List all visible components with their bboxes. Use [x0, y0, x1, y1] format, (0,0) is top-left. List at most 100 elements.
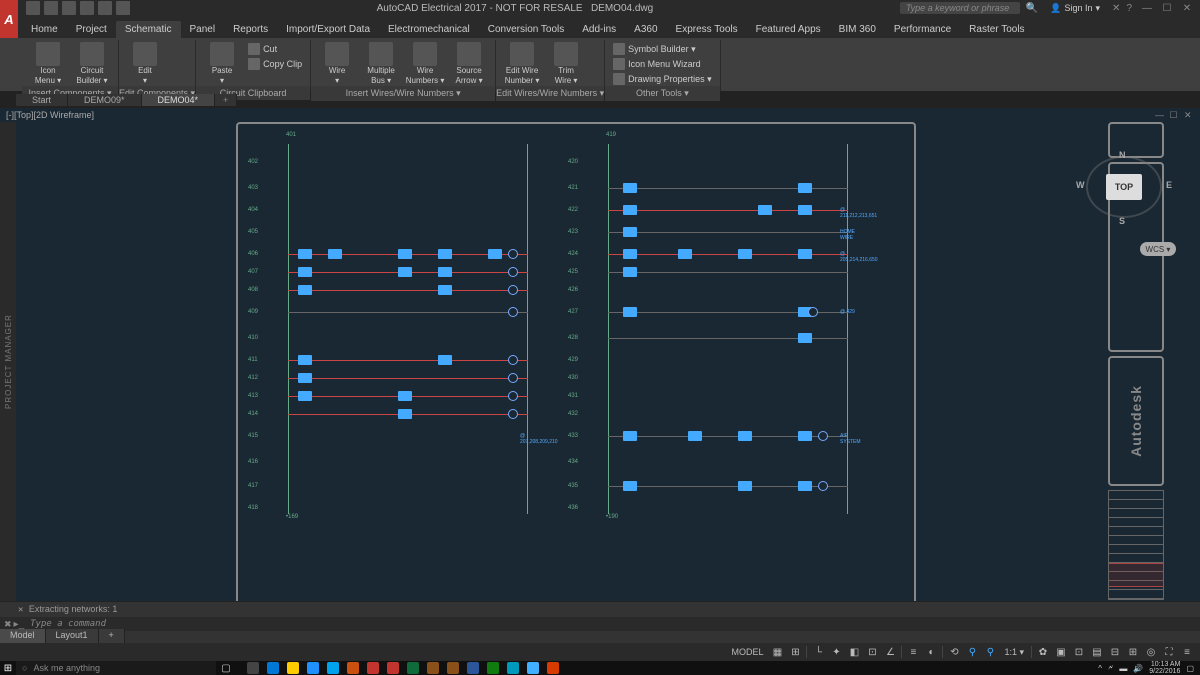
schematic-coil[interactable]	[808, 307, 818, 317]
autosnap-icon[interactable]: ∠	[883, 645, 897, 659]
cortana-search[interactable]: ○ Ask me anything	[16, 661, 216, 675]
viewcube-north[interactable]: N	[1119, 150, 1126, 160]
transparency-icon[interactable]: ◐	[924, 645, 938, 659]
viewcube-south[interactable]: S	[1119, 216, 1125, 226]
schematic-component[interactable]	[438, 249, 452, 259]
ribbon-button[interactable]: CircuitBuilder ▾	[72, 40, 112, 86]
wire-rung[interactable]	[288, 360, 528, 361]
ribbon-button[interactable]: IconMenu ▾	[28, 40, 68, 86]
ribbon-button[interactable]: SourceArrow ▾	[449, 40, 489, 86]
ribbon-button[interactable]: TrimWire ▾	[546, 40, 586, 86]
taskbar-app[interactable]	[544, 661, 562, 675]
schematic-component[interactable]	[798, 183, 812, 193]
vp-close-icon[interactable]: ✕	[1184, 110, 1194, 120]
taskbar-app[interactable]	[364, 661, 382, 675]
grid-icon[interactable]: ▦	[770, 645, 784, 659]
wire-rung[interactable]	[608, 254, 848, 255]
viewcube-east[interactable]: E	[1166, 180, 1172, 190]
viewcube-west[interactable]: W	[1076, 180, 1085, 190]
status-scale[interactable]: 1:1 ▾	[1001, 647, 1027, 658]
ribbon-button-small[interactable]: Copy Clip	[246, 57, 304, 71]
taskbar-app[interactable]	[284, 661, 302, 675]
tray-volume-icon[interactable]: 🔊	[1133, 664, 1143, 673]
schematic-component[interactable]	[623, 249, 637, 259]
snap-icon[interactable]: ⊞	[788, 645, 802, 659]
units-icon[interactable]: ⊡	[1072, 645, 1086, 659]
ribbon-button[interactable]: MultipleBus ▾	[361, 40, 401, 86]
taskbar-app[interactable]	[244, 661, 262, 675]
schematic-component[interactable]	[623, 481, 637, 491]
viewcube[interactable]: TOP N S E W	[1076, 152, 1176, 232]
taskbar-app[interactable]	[344, 661, 362, 675]
wire-rung[interactable]	[288, 378, 528, 379]
layout-tab[interactable]: Layout1	[46, 629, 99, 643]
ribbon-tab-electromechanical[interactable]: Electromechanical	[379, 21, 479, 38]
vp-minimize-icon[interactable]: —	[1155, 110, 1165, 120]
new-document-tab[interactable]: +	[215, 94, 237, 106]
viewcube-face[interactable]: TOP	[1106, 174, 1142, 200]
start-button[interactable]: ⊞	[0, 661, 16, 675]
workspace-icon[interactable]: ✿	[1036, 645, 1050, 659]
schematic-component[interactable]	[738, 481, 752, 491]
ribbon-button-small[interactable]: Drawing Properties ▾	[611, 72, 714, 86]
lineweight-icon[interactable]: ≡	[906, 645, 920, 659]
schematic-component[interactable]	[758, 205, 772, 215]
wire-rung[interactable]	[608, 436, 848, 437]
help-search-input[interactable]: Type a keyword or phrase	[900, 2, 1020, 14]
ribbon-tab-a360[interactable]: A360	[625, 21, 666, 38]
qat-save-icon[interactable]	[62, 1, 76, 15]
schematic-component[interactable]	[798, 481, 812, 491]
schematic-component[interactable]	[623, 307, 637, 317]
schematic-component[interactable]	[438, 355, 452, 365]
quickprops-icon[interactable]: ▤	[1090, 645, 1104, 659]
document-tab[interactable]: Start	[16, 94, 68, 106]
ribbon-button[interactable]: WireNumbers ▾	[405, 40, 445, 86]
schematic-coil[interactable]	[508, 285, 518, 295]
schematic-component[interactable]	[398, 409, 412, 419]
help-icon[interactable]: ?	[1126, 3, 1132, 14]
taskbar-app[interactable]	[504, 661, 522, 675]
schematic-coil[interactable]	[508, 391, 518, 401]
taskbar-app[interactable]	[524, 661, 542, 675]
ribbon-button[interactable]: Wire▾	[317, 40, 357, 86]
lock-icon[interactable]: ⊟	[1108, 645, 1122, 659]
qat-undo-icon[interactable]	[80, 1, 94, 15]
notifications-icon[interactable]: ▢	[1186, 664, 1194, 673]
hardware-icon[interactable]: ⊞	[1126, 645, 1140, 659]
ribbon-tab-express-tools[interactable]: Express Tools	[667, 21, 747, 38]
schematic-component[interactable]	[298, 373, 312, 383]
cleanscreen-icon[interactable]: ⛶	[1162, 645, 1176, 659]
ribbon-tab-raster-tools[interactable]: Raster Tools	[960, 21, 1033, 38]
schematic-coil[interactable]	[508, 307, 518, 317]
qat-new-icon[interactable]	[26, 1, 40, 15]
wire-rung[interactable]	[608, 338, 848, 339]
ribbon-tab-add-ins[interactable]: Add-ins	[573, 21, 625, 38]
ribbon-button[interactable]: Edit▾	[125, 40, 165, 86]
tray-power-icon[interactable]: 🗲	[1108, 663, 1113, 673]
ribbon-panel-title[interactable]: Edit Wires/Wire Numbers ▾	[496, 86, 604, 101]
annoscale-icon[interactable]: ⚲	[983, 645, 997, 659]
schematic-coil[interactable]	[508, 409, 518, 419]
schematic-component[interactable]	[298, 285, 312, 295]
minimize-button[interactable]: —	[1138, 2, 1156, 14]
polar-icon[interactable]: ✦	[829, 645, 843, 659]
schematic-coil[interactable]	[818, 481, 828, 491]
wire-rung[interactable]	[608, 272, 848, 273]
schematic-component[interactable]	[623, 183, 637, 193]
taskbar-app[interactable]	[264, 661, 282, 675]
layout-tab[interactable]: Model	[0, 629, 46, 643]
schematic-component[interactable]	[398, 249, 412, 259]
ribbon-button[interactable]: Paste▾	[202, 40, 242, 86]
schematic-coil[interactable]	[508, 355, 518, 365]
schematic-component[interactable]	[798, 249, 812, 259]
taskview-icon[interactable]: ▢	[216, 663, 236, 674]
schematic-coil[interactable]	[508, 267, 518, 277]
schematic-component[interactable]	[623, 227, 637, 237]
schematic-component[interactable]	[398, 391, 412, 401]
tray-up-icon[interactable]: ^	[1098, 664, 1102, 673]
exchange-icon[interactable]: ✕	[1112, 3, 1120, 14]
ortho-icon[interactable]: └	[811, 645, 825, 659]
schematic-component[interactable]	[398, 267, 412, 277]
document-tab[interactable]: DEMO04*	[142, 94, 216, 106]
schematic-coil[interactable]	[508, 373, 518, 383]
